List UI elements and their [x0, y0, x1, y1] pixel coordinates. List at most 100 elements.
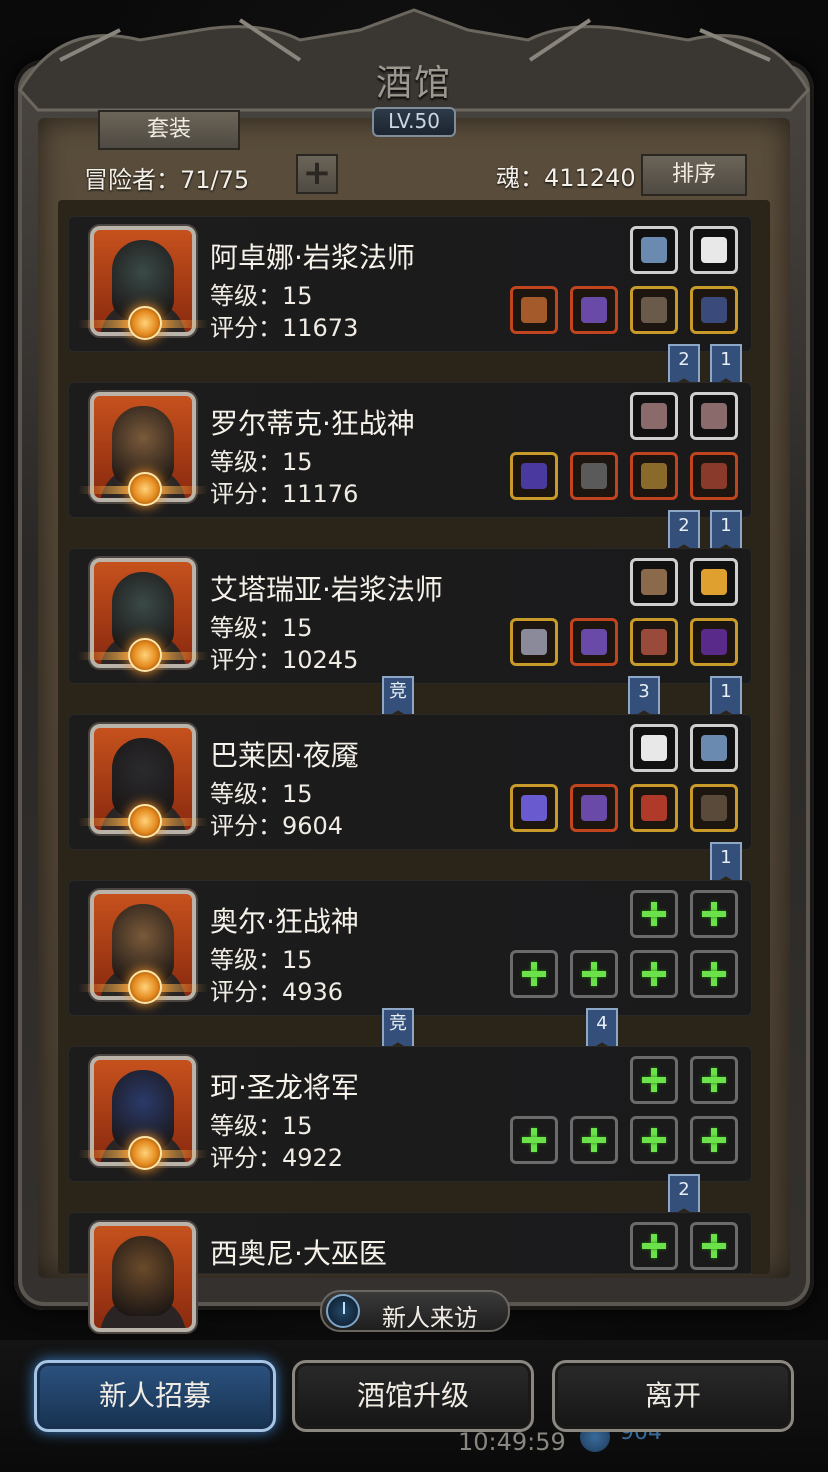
mace-icon [521, 463, 547, 489]
accessory-slot[interactable] [690, 724, 738, 772]
crown-icon [701, 569, 727, 595]
ring-icon [641, 629, 667, 655]
equipment-slot[interactable] [690, 784, 738, 832]
equipment-slot[interactable] [570, 784, 618, 832]
accessory-slot[interactable] [690, 226, 738, 274]
hero-score: 评分：4922 [210, 1144, 344, 1172]
empty-accessory-slot[interactable] [630, 1056, 678, 1104]
feather-icon [701, 237, 727, 263]
recruit-button[interactable]: 新人招募 [34, 1360, 276, 1432]
add-icon [642, 1128, 666, 1152]
accessory-slot[interactable] [630, 226, 678, 274]
feather-icon [641, 735, 667, 761]
equipment-slot[interactable] [630, 618, 678, 666]
helmet-icon [701, 463, 727, 489]
hero-level: 等级：15 [210, 1112, 313, 1140]
accessory-slot[interactable] [690, 392, 738, 440]
equipment-slot[interactable] [630, 452, 678, 500]
empty-equipment-slot[interactable] [570, 1116, 618, 1164]
claw-icon [641, 403, 667, 429]
add-icon [642, 962, 666, 986]
empty-equipment-slot[interactable] [570, 950, 618, 998]
empty-accessory-slot[interactable] [690, 1056, 738, 1104]
empty-equipment-slot[interactable] [630, 1116, 678, 1164]
new-visitor-label: 新人来访 [382, 1304, 478, 1332]
empty-accessory-slot[interactable] [630, 890, 678, 938]
book-icon [641, 237, 667, 263]
add-icon [702, 902, 726, 926]
page-title: 酒馆 [375, 63, 452, 104]
equipment-slot[interactable] [510, 784, 558, 832]
leave-button[interactable]: 离开 [552, 1360, 794, 1432]
new-visitor-button[interactable]: 新人来访 [320, 1290, 510, 1332]
hero-name: 艾塔瑞亚·岩浆法师 [210, 573, 443, 606]
hero-score: 评分：4936 [210, 978, 344, 1006]
equipment-slot[interactable] [690, 286, 738, 334]
hero-row[interactable]: 珂·圣龙将军等级：15 评分：4922 [68, 1046, 752, 1182]
accessory-slot[interactable] [630, 392, 678, 440]
armor-icon [581, 629, 607, 655]
equipment-slot[interactable] [570, 286, 618, 334]
book-icon [701, 735, 727, 761]
claw-icon [701, 403, 727, 429]
rank-star-icon [128, 638, 162, 672]
hero-name: 巴莱因·夜魇 [210, 739, 359, 772]
add-icon [582, 1128, 606, 1152]
equipment-slot[interactable] [510, 452, 558, 500]
shield-icon [641, 463, 667, 489]
soul-currency: 魂：411240 [496, 164, 636, 192]
wand-icon [521, 629, 547, 655]
upgrade-tavern-button[interactable]: 酒馆升级 [292, 1360, 534, 1432]
equipment-slot[interactable] [570, 452, 618, 500]
hero-level: 等级：15 [210, 946, 313, 974]
hero-level: 等级：15 [210, 282, 313, 310]
spear-icon [521, 795, 547, 821]
empty-equipment-slot[interactable] [510, 1116, 558, 1164]
hero-name: 西奥尼·大巫医 [210, 1237, 387, 1270]
hero-row[interactable]: 巴莱因·夜魇 等级：15 评分：9604 [68, 714, 752, 850]
clock-time: 10:49:59 [458, 1428, 566, 1456]
hero-row[interactable]: 艾塔瑞亚·岩浆法师 等级：15 评分：10245 [68, 548, 752, 684]
equipment-slot[interactable] [570, 618, 618, 666]
empty-equipment-slot[interactable] [690, 950, 738, 998]
rank-star-icon [128, 1136, 162, 1170]
equipment-slot[interactable] [630, 784, 678, 832]
hero-row[interactable]: 奥尔·狂战神等级：15 评分：4936 [68, 880, 752, 1016]
add-icon [522, 1128, 546, 1152]
equipment-slot[interactable] [630, 286, 678, 334]
equipment-slot[interactable] [690, 452, 738, 500]
rank-star-icon [128, 306, 162, 340]
equipment-slot[interactable] [690, 618, 738, 666]
accessory-slot[interactable] [630, 724, 678, 772]
hero-row[interactable]: 西奥尼·大巫医 [68, 1212, 752, 1332]
equipment-slot[interactable] [510, 286, 558, 334]
cloak-icon [701, 297, 727, 323]
accessory-slot[interactable] [630, 558, 678, 606]
empty-equipment-slot[interactable] [510, 950, 558, 998]
armor-icon [581, 297, 607, 323]
hero-score: 评分：9604 [210, 812, 344, 840]
hero-name: 奥尔·狂战神 [210, 905, 359, 938]
accessory-slot[interactable] [690, 558, 738, 606]
robe-icon [701, 795, 727, 821]
empty-accessory-slot[interactable] [690, 890, 738, 938]
rank-star-icon [128, 472, 162, 506]
hero-row[interactable]: 阿卓娜·岩浆法师 等级：15 评分：11673 [68, 216, 752, 352]
equipment-slot[interactable] [510, 618, 558, 666]
suit-button[interactable]: 套装 [98, 110, 240, 150]
hero-name: 珂·圣龙将军 [210, 1071, 359, 1104]
add-icon [582, 962, 606, 986]
hero-score: 评分：11176 [210, 480, 359, 508]
empty-equipment-slot[interactable] [630, 950, 678, 998]
expand-capacity-button[interactable]: + [296, 154, 338, 194]
empty-equipment-slot[interactable] [690, 1116, 738, 1164]
helm-icon [641, 297, 667, 323]
add-icon [702, 1068, 726, 1092]
empty-accessory-slot[interactable] [630, 1222, 678, 1270]
empty-accessory-slot[interactable] [690, 1222, 738, 1270]
vest-icon [641, 569, 667, 595]
hero-portrait[interactable] [90, 1222, 196, 1332]
hero-row[interactable]: 罗尔蒂克·狂战神 等级：15 评分：11176 [68, 382, 752, 518]
sort-button[interactable]: 排序 [641, 154, 747, 196]
add-icon [522, 962, 546, 986]
